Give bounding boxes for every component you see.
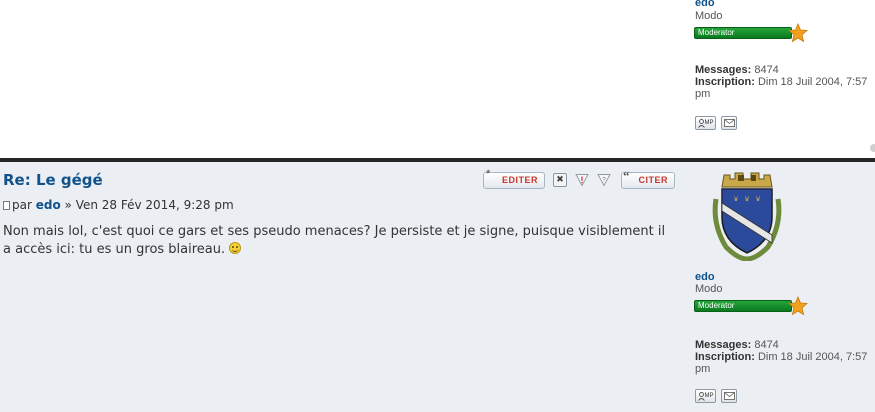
scrollbar-thumb[interactable] (870, 144, 875, 152)
star-icon (788, 23, 808, 43)
report-button[interactable] (575, 173, 589, 187)
user-icon (697, 118, 705, 128)
star-icon: * (486, 167, 491, 180)
messages-label: Messages: (695, 64, 752, 76)
messages-value: 8474 (754, 64, 779, 76)
email-button[interactable] (721, 389, 737, 403)
pm-button[interactable]: MP (695, 389, 716, 403)
meta-by: par (12, 198, 32, 212)
username-link[interactable]: edo (695, 271, 715, 283)
author-link[interactable]: edo (36, 198, 61, 212)
joined-stat: Inscription: Dim 18 Juil 2004, 7:57 pm (695, 351, 873, 375)
edit-label: EDITER (501, 174, 538, 185)
envelope-icon (723, 119, 735, 127)
messages-value: 8474 (754, 339, 779, 351)
delete-icon: ✖ (556, 175, 564, 185)
rank-badge-label: Moderator (694, 27, 792, 39)
star-icon (788, 296, 808, 316)
previous-post: edo Modo Moderator Messages: 8474 Inscri… (0, 0, 875, 158)
pm-label: MP (704, 120, 714, 126)
quote-label: CITER (638, 174, 668, 185)
email-button[interactable] (721, 116, 737, 130)
username-link[interactable]: edo (695, 0, 715, 9)
post-date: » Ven 28 Fév 2014, 9:28 pm (64, 198, 234, 212)
warning-icon (575, 174, 589, 187)
joined-label: Inscription: (695, 351, 755, 363)
avatar[interactable] (708, 169, 786, 261)
post: Re: Le gégé * EDITER ✖ ? “ CITER par edo… (0, 162, 875, 412)
pm-label: MP (704, 393, 714, 399)
messages-stat: Messages: 8474 (695, 339, 873, 351)
post-title[interactable]: Re: Le gégé (3, 171, 103, 189)
contact-buttons: MP (695, 389, 737, 403)
info-icon: ? (597, 174, 611, 187)
rank-badge-label: Moderator (694, 300, 792, 312)
pm-button[interactable]: MP (695, 116, 716, 130)
user-icon (697, 391, 705, 401)
post-text: Non mais lol, c'est quoi ce gars et ses … (3, 224, 666, 257)
info-button[interactable]: ? (597, 173, 611, 187)
post-content: Non mais lol, c'est quoi ce gars et ses … (3, 223, 673, 259)
envelope-icon (723, 392, 735, 400)
quote-icon: “ (623, 167, 630, 183)
edit-button[interactable]: * EDITER (483, 168, 545, 189)
rank-title: Modo (695, 10, 723, 22)
quote-button[interactable]: “ CITER (621, 168, 675, 189)
joined-stat: Inscription: Dim 18 Juil 2004, 7:57 pm (695, 76, 873, 100)
rank-title: Modo (695, 283, 723, 295)
smiley-icon (229, 242, 242, 254)
joined-label: Inscription: (695, 76, 755, 88)
messages-label: Messages: (695, 339, 752, 351)
post-meta: par edo » Ven 28 Fév 2014, 9:28 pm (3, 198, 234, 212)
post-icon[interactable] (3, 201, 10, 210)
rank-badge: Moderator (694, 23, 810, 43)
contact-buttons: MP (695, 116, 737, 130)
post-buttons: * EDITER ✖ ? “ CITER (483, 168, 675, 190)
messages-stat: Messages: 8474 (695, 64, 873, 76)
rank-badge: Moderator (694, 296, 810, 316)
delete-button[interactable]: ✖ (553, 173, 567, 187)
